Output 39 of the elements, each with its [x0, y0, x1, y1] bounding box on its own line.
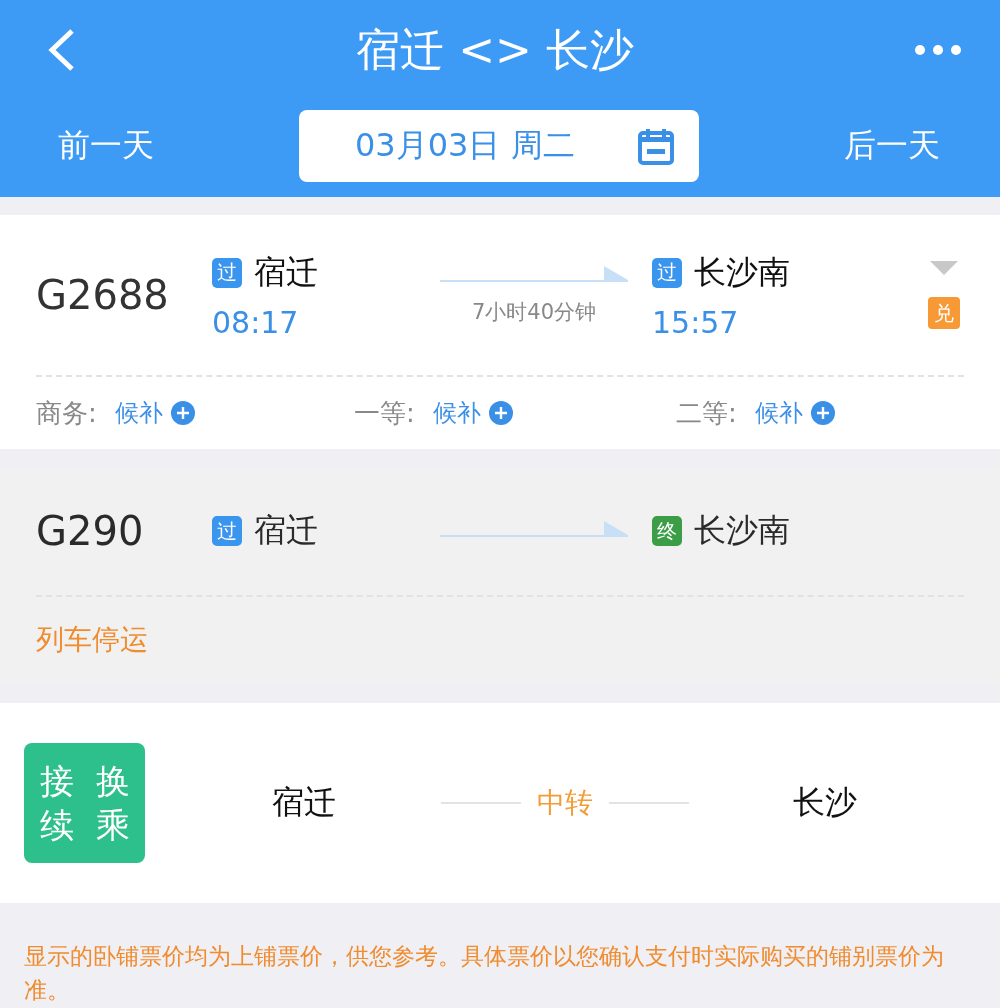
- train-number: G2688: [36, 272, 170, 318]
- transfer-badge: 接续 换乘: [24, 743, 145, 863]
- more-icon[interactable]: [914, 44, 962, 56]
- station-badge: 终: [652, 516, 682, 546]
- dropdown-icon[interactable]: [930, 261, 958, 275]
- notice-text: 显示的卧铺票价均为上铺票价，供您参考。具体票价以您确认支付时实际购买的铺别票价为准。: [24, 942, 945, 1005]
- waitlist-button[interactable]: 候补: [754, 397, 835, 429]
- plus-circle-icon: [488, 401, 513, 425]
- station-name: 长沙: [791, 782, 858, 823]
- station-name: 宿迁: [254, 251, 318, 293]
- station-name: 宿迁: [254, 510, 318, 551]
- transfer-card[interactable]: 接续 换乘 宿迁 中转 长沙: [0, 703, 1000, 903]
- train-number: G290: [36, 508, 145, 554]
- previous-day-button[interactable]: 前一天: [58, 124, 154, 168]
- station-badge: 过: [212, 257, 242, 288]
- station-badge: 过: [212, 516, 242, 546]
- status-text: 列车停运: [36, 622, 148, 658]
- duration: 7小时40分钟: [471, 299, 597, 326]
- seat-class: 商务:: [36, 396, 97, 430]
- waitlist-button[interactable]: 候补: [432, 397, 513, 429]
- station-name: 长沙南: [694, 510, 790, 551]
- seat-class: 二等:: [676, 396, 737, 430]
- station-name: 宿迁: [271, 782, 338, 823]
- station-badge: 过: [652, 257, 682, 288]
- plus-circle-icon: [810, 401, 835, 425]
- station-name: 长沙南: [694, 251, 790, 293]
- transfer-label: 中转: [536, 785, 593, 821]
- date-picker[interactable]: 03月03日 周二: [299, 110, 699, 182]
- back-icon[interactable]: [46, 28, 76, 72]
- plus-circle-icon: [170, 401, 195, 425]
- arrival-time: 15:57: [652, 304, 740, 340]
- calendar-icon: [637, 127, 675, 165]
- seat-class: 一等:: [354, 396, 415, 430]
- exchange-tag: 兑: [928, 297, 960, 329]
- train-card[interactable]: G2688 过 宿迁 08:17 7小时40分钟 过 长沙南 15:57 兑 商务: 候补 一等: 候补 二等: 候补: [0, 215, 1000, 449]
- departure-time: 08:17: [212, 304, 300, 340]
- waitlist-button[interactable]: 候补: [114, 397, 195, 429]
- page-title: 宿迁 <> 长沙: [356, 22, 634, 77]
- next-day-button[interactable]: 后一天: [844, 124, 940, 168]
